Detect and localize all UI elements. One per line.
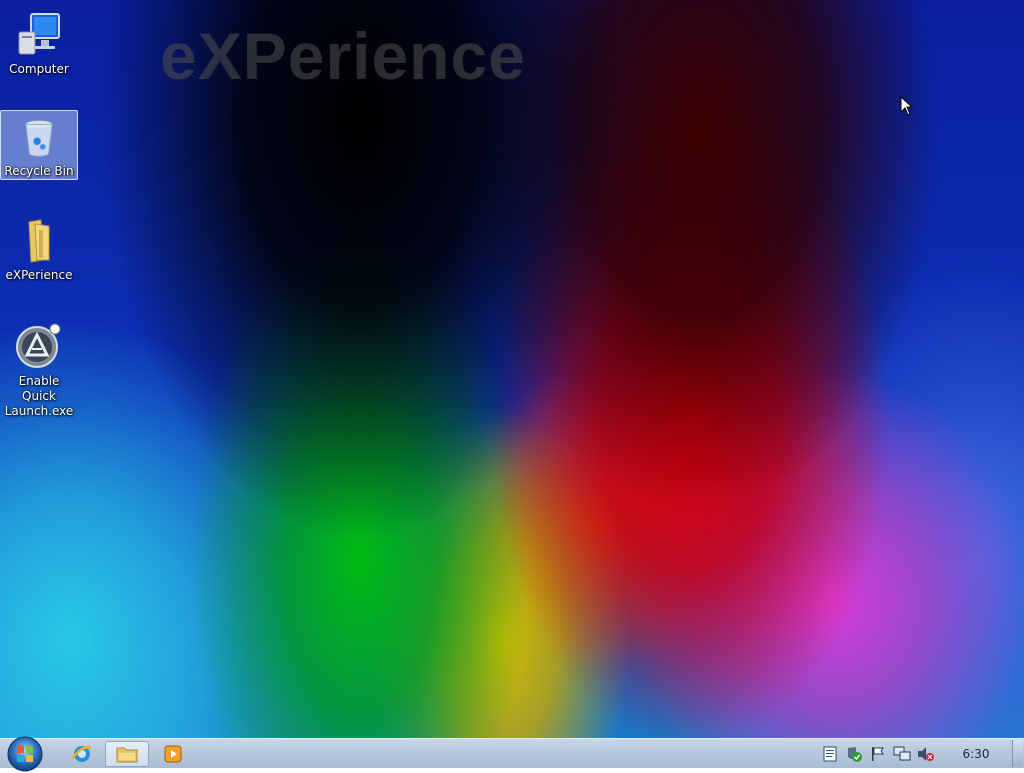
action-center-flag-icon (872, 747, 884, 761)
show-desktop-button[interactable] (1012, 740, 1023, 767)
desktop-icon-label: Enable Quick Launch.exe (4, 374, 74, 418)
tray-volume-button[interactable] (916, 744, 936, 764)
windows-orb-icon[interactable] (6, 735, 44, 773)
tray-network-button[interactable] (892, 744, 912, 764)
wallpaper (0, 0, 1024, 738)
aero-app-icon (16, 323, 61, 368)
desktop-icon-enable-quick-launch[interactable]: Enable Quick Launch.exe (0, 318, 78, 419)
taskbar-internet-explorer-button[interactable] (66, 741, 98, 767)
network-icon (893, 746, 911, 761)
folder-icon (28, 219, 50, 263)
computer-icon (18, 13, 60, 55)
taskbar-media-player-button[interactable] (158, 741, 188, 767)
tray-action-center-button[interactable] (868, 744, 888, 764)
desktop-icon-computer[interactable]: Computer (0, 6, 78, 77)
desktop-icon-label: Computer (9, 62, 69, 76)
internet-explorer-icon (71, 746, 92, 762)
mouse-cursor-icon (900, 96, 914, 116)
desktop[interactable]: eXPerience Computer Recycle Bin eXPerien (0, 0, 1024, 738)
system-tray (820, 743, 940, 765)
windows-explorer-icon (116, 747, 138, 763)
tray-security-button[interactable] (844, 744, 864, 764)
desktop-icon-label: eXPerience (5, 268, 73, 282)
taskbar-windows-explorer-button[interactable] (105, 741, 149, 767)
recycle-bin-icon (25, 120, 53, 157)
security-shield-icon (848, 747, 862, 762)
volume-muted-icon (918, 747, 934, 761)
wallpaper-logo-text: eXPerience (160, 19, 526, 93)
notes-icon (823, 746, 837, 762)
desktop-icon-experience-folder[interactable]: eXPerience (0, 212, 78, 283)
tray-notes-button[interactable] (820, 744, 840, 764)
desktop-icon-recycle-bin[interactable]: Recycle Bin (0, 110, 78, 180)
taskbar-clock[interactable]: 6:30 (952, 739, 1000, 769)
media-player-icon (164, 745, 182, 763)
desktop-icon-label: Recycle Bin (4, 164, 74, 178)
taskbar: 6:30 (0, 736, 1024, 772)
